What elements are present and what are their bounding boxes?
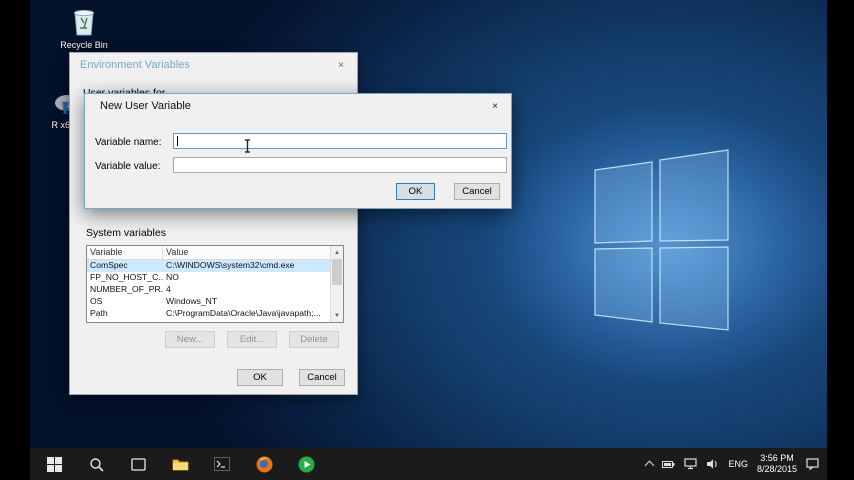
nvar-dialog-titlebar[interactable]: New User Variable × [85,94,511,118]
taskbar-clock[interactable]: 3:56 PM 8/28/2015 [757,453,797,475]
cell-variable: ComSpec [90,260,128,270]
cell-variable: FP_NO_HOST_C... [90,272,163,282]
cell-variable: NUMBER_OF_PR... [90,284,163,294]
firefox-button[interactable] [255,455,273,473]
action-center-icon[interactable] [806,458,819,470]
table-row[interactable]: OS Windows_NT [87,296,330,308]
nvar-dialog-close-icon[interactable]: × [479,94,511,118]
env-dialog-titlebar[interactable]: Environment Variables × [70,53,357,77]
firefox-icon [256,456,272,472]
env-dialog-cancel-button[interactable]: Cancel [299,369,345,386]
task-view-icon [130,457,146,471]
table-row[interactable]: FP_NO_HOST_C... NO [87,272,330,284]
windows-start-icon [46,456,62,472]
column-header-value[interactable]: Value [163,246,330,259]
system-variables-table-header: Variable Value [87,246,330,260]
recycle-bin-shortcut[interactable]: Recycle Bin [52,4,116,50]
nvar-dialog-title: New User Variable [100,100,191,112]
scroll-up-icon[interactable]: ▲ [331,246,343,259]
cell-value: C:\ProgramData\Oracle\Java\javapath;... [166,308,321,318]
table-row[interactable]: ComSpec C:\WINDOWS\system32\cmd.exe [87,260,330,272]
variable-value-label: Variable value: [95,161,161,172]
battery-icon[interactable] [662,459,675,470]
start-button[interactable] [45,455,63,473]
table-scrollbar[interactable]: ▲ ▼ [330,246,343,322]
taskbar: ENG 3:56 PM 8/28/2015 [30,448,827,480]
nvar-dialog-cancel-button[interactable]: Cancel [454,183,500,200]
table-row[interactable]: NUMBER_OF_PR... 4 [87,284,330,296]
env-dialog-close-icon[interactable]: × [325,53,357,77]
cell-value: Windows_NT [166,296,218,306]
file-explorer-icon [172,459,188,471]
search-icon [89,457,104,472]
network-icon[interactable] [684,458,698,470]
edit-system-variable-button[interactable]: Edit... [227,331,277,348]
scroll-down-icon[interactable]: ▼ [331,309,343,322]
media-player-button[interactable] [297,455,315,473]
cell-value: 4 [166,284,171,294]
tray-hidden-icons-chevron[interactable] [644,460,655,471]
system-variables-table[interactable]: Variable Value ComSpec C:\WINDOWS\system… [86,245,344,323]
language-indicator[interactable]: ENG [728,459,748,469]
column-header-variable[interactable]: Variable [87,246,163,259]
task-view-button[interactable] [129,455,147,473]
clock-time: 3:56 PM [760,453,794,463]
scrollbar-thumb[interactable] [332,259,342,285]
table-row[interactable]: Path C:\ProgramData\Oracle\Java\javapath… [87,308,330,320]
cell-variable: Path [90,308,108,318]
command-prompt-icon [214,457,230,471]
windows-logo-wallpaper [594,149,729,331]
env-dialog-title: Environment Variables [80,59,190,71]
text-caret [177,136,178,146]
volume-icon[interactable] [706,458,719,470]
file-explorer-button[interactable] [171,455,189,473]
system-variables-section-label: System variables [86,227,166,239]
variable-name-label: Variable name: [95,137,162,148]
media-play-icon [298,456,314,472]
clock-date: 8/28/2015 [756,464,797,474]
delete-system-variable-button[interactable]: Delete [289,331,339,348]
cell-variable: OS [90,296,103,306]
nvar-dialog-ok-button[interactable]: OK [396,183,435,200]
recycle-bin-label: Recycle Bin [60,40,108,50]
new-system-variable-button[interactable]: New... [165,331,215,348]
variable-name-input[interactable] [173,133,507,149]
new-user-variable-dialog: New User Variable × Variable name: Varia… [84,93,512,209]
search-button[interactable] [87,455,105,473]
env-dialog-ok-button[interactable]: OK [237,369,283,386]
mouse-ibeam-cursor [245,139,250,153]
cell-value: C:\WINDOWS\system32\cmd.exe [166,260,295,270]
cell-value: NO [166,272,179,282]
command-prompt-button[interactable] [213,455,231,473]
recycle-bin-icon [74,9,94,36]
variable-value-input[interactable] [173,157,507,173]
